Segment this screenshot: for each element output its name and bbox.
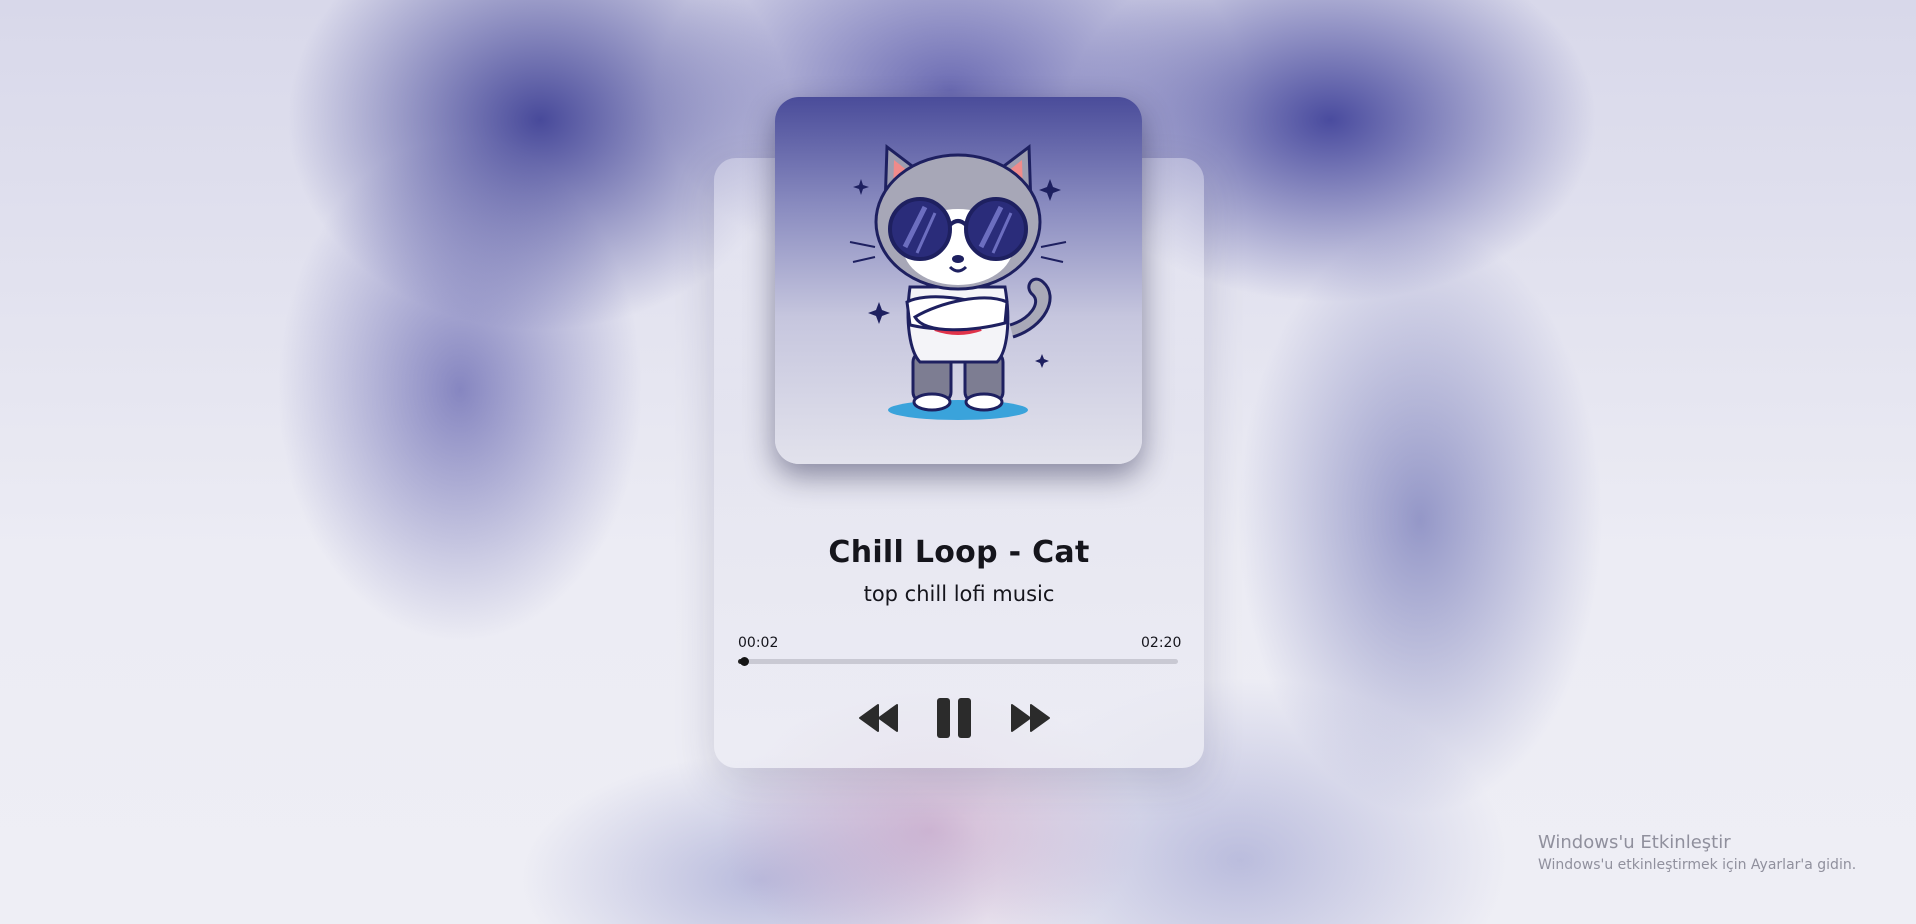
track-title: Chill Loop - Cat [828, 535, 1090, 570]
total-time: 02:20 [1141, 635, 1182, 651]
progress-bar[interactable] [738, 657, 1178, 666]
watermark-subtitle: Windows'u etkinleştirmek için Ayarlar'a … [1538, 857, 1857, 873]
fast-forward-icon [1011, 704, 1050, 732]
watermark-title: Windows'u Etkinleştir [1538, 832, 1731, 853]
cat-illustration-icon [849, 144, 1067, 420]
fast-forward-button[interactable] [1009, 703, 1051, 733]
rewind-button[interactable] [858, 703, 900, 733]
windows-activation-watermark: Windows'u Etkinleştir Windows'u etkinleş… [1538, 832, 1856, 873]
rewind-icon [859, 704, 898, 732]
album-cover [775, 97, 1142, 464]
current-time: 00:02 [738, 635, 779, 651]
pause-icon [937, 698, 971, 738]
pause-button[interactable] [934, 696, 974, 740]
track-artist: top chill lofi music [863, 582, 1055, 606]
